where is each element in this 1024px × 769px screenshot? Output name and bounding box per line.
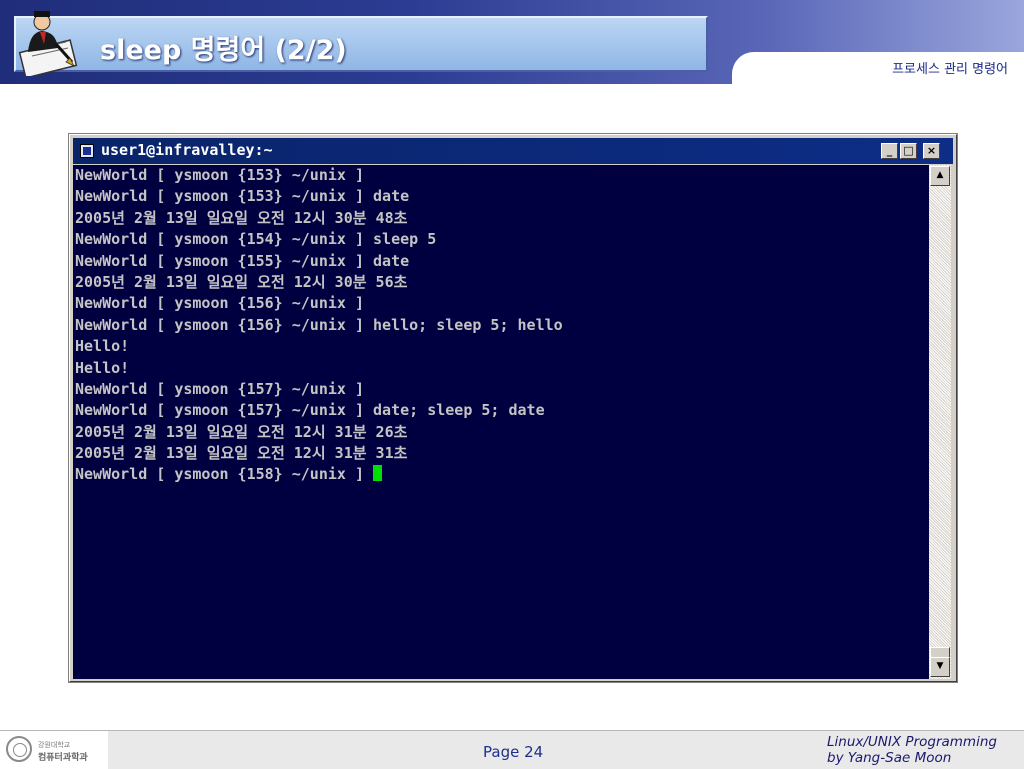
terminal-line: NewWorld [ ysmoon {157} ~/unix ] date; s… bbox=[75, 401, 545, 420]
slide-title: sleep 명령어 (2/2) bbox=[100, 35, 347, 66]
terminal-line: NewWorld [ ysmoon {156} ~/unix ] hello; … bbox=[75, 315, 563, 334]
terminal-line: NewWorld [ ysmoon {155} ~/unix ] date bbox=[75, 251, 410, 270]
terminal-line: Hello! bbox=[75, 358, 130, 377]
terminal-line: NewWorld [ ysmoon {153} ~/unix ] bbox=[75, 166, 364, 184]
window-titlebar[interactable]: user1@infravalley:~ _ □ × bbox=[73, 138, 953, 164]
university-logo: 강원대학교 컴퓨터과학과 bbox=[0, 731, 108, 769]
terminal-line: 2005년 2월 13일 일요일 오전 12시 30분 48초 bbox=[75, 208, 408, 227]
department-name: 컴퓨터과학과 bbox=[38, 753, 88, 763]
terminal-line: NewWorld [ ysmoon {157} ~/unix ] bbox=[75, 379, 364, 398]
terminal-prompt-line: NewWorld [ ysmoon {158} ~/unix ] bbox=[75, 464, 563, 485]
terminal-lines: NewWorld [ ysmoon {153} ~/unix ] NewWorld… bbox=[75, 165, 563, 486]
minimize-button[interactable]: _ bbox=[881, 143, 898, 159]
university-seal-icon bbox=[6, 736, 32, 762]
terminal-line: NewWorld [ ysmoon {153} ~/unix ] date bbox=[75, 187, 410, 206]
window-title: user1@infravalley:~ bbox=[101, 141, 273, 159]
terminal-line: Hello! bbox=[75, 337, 130, 356]
terminal-window: user1@infravalley:~ _ □ × NewWorld [ ysm… bbox=[68, 133, 958, 683]
presenter-logo-icon bbox=[18, 11, 78, 76]
course-title: Linux/UNIX Programming bbox=[827, 734, 997, 750]
vertical-scrollbar[interactable]: ▲ ▼ bbox=[929, 165, 951, 679]
maximize-button[interactable]: □ bbox=[900, 143, 917, 159]
terminal-line: NewWorld [ ysmoon {154} ~/unix ] sleep 5 bbox=[75, 230, 437, 249]
slide-footer: 강원대학교 컴퓨터과학과 Page 24 Linux/UNIX Programm… bbox=[0, 730, 1024, 769]
slide-header: sleep 명령어 (2/2) 프로세스 관리 명령어 bbox=[0, 0, 1024, 92]
course-info: Linux/UNIX Programming by Yang-Sae Moon bbox=[827, 734, 997, 766]
terminal-line: 2005년 2월 13일 일요일 오전 12시 31분 26초 bbox=[75, 422, 408, 441]
scroll-up-button[interactable]: ▲ bbox=[930, 166, 950, 186]
course-author: by Yang-Sae Moon bbox=[827, 750, 952, 766]
scroll-down-button[interactable]: ▼ bbox=[930, 657, 950, 677]
page-number: Page 24 bbox=[483, 743, 544, 761]
terminal-prompt: NewWorld [ ysmoon {158} ~/unix ] bbox=[75, 465, 374, 484]
university-name: 강원대학교 bbox=[38, 741, 71, 749]
slide-subtitle: 프로세스 관리 명령어 bbox=[892, 62, 1008, 77]
terminal-line: 2005년 2월 13일 일요일 오전 12시 31분 31초 bbox=[75, 444, 408, 463]
terminal-line: 2005년 2월 13일 일요일 오전 12시 30분 56초 bbox=[75, 272, 408, 291]
text-cursor bbox=[373, 465, 383, 482]
close-button[interactable]: × bbox=[923, 143, 940, 159]
terminal-output[interactable]: NewWorld [ ysmoon {153} ~/unix ] NewWorld… bbox=[73, 165, 929, 679]
terminal-app-icon[interactable] bbox=[80, 144, 94, 158]
terminal-line: NewWorld [ ysmoon {156} ~/unix ] bbox=[75, 294, 364, 313]
